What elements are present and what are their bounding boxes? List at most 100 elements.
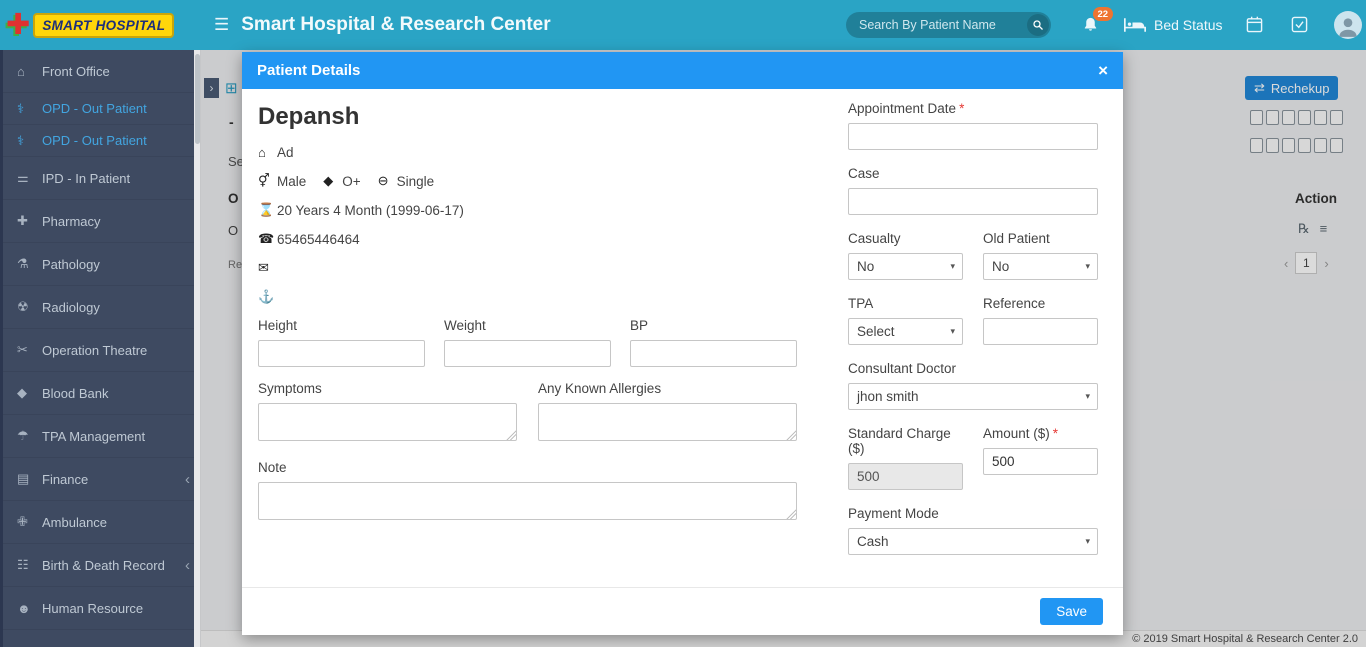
bp-input[interactable] [630, 340, 797, 367]
sidebar-item[interactable]: ✙ Ambulance [0, 501, 200, 544]
amount-group: Amount ($)* [983, 426, 1098, 475]
note-textarea[interactable] [258, 482, 797, 520]
appointment-date-input[interactable] [848, 123, 1098, 150]
height-label: Height [258, 318, 425, 333]
app-title: Smart Hospital & Research Center [241, 14, 550, 36]
consultant-doctor-select[interactable]: jhon smith ▾ [848, 383, 1098, 410]
modal-title: Patient Details [257, 62, 360, 79]
search-icon [1032, 19, 1044, 31]
notifications-button[interactable]: 22 [1082, 16, 1099, 39]
search-button[interactable] [1027, 14, 1049, 36]
sidebar-item[interactable]: ☷ Birth & Death Record ‹ [0, 544, 200, 587]
sidebar-item[interactable]: ⌂ Front Office [0, 50, 200, 93]
sidebar-item[interactable]: ☢ Radiology [0, 286, 200, 329]
bp-label: BP [630, 318, 797, 333]
tpa-reference-row: TPA Select ▾ Reference [848, 296, 1098, 345]
modal-header: Patient Details × [242, 52, 1123, 89]
ipd-icon: ⚌ [17, 170, 42, 186]
payment-mode-label: Payment Mode [848, 506, 1098, 521]
sidebar-item[interactable]: ▤ Finance ‹ [0, 458, 200, 501]
front-office-icon: ⌂ [17, 64, 42, 79]
hamburger-menu-icon[interactable]: ☰ [214, 15, 229, 35]
sidebar-item-label: Human Resource [42, 601, 143, 616]
modal-body: Depansh ⌂ Ad ⚥ Male ◆ O+ ⊖ Single [242, 89, 1123, 587]
sidebar-item-label: Front Office [42, 64, 110, 79]
sidebar-item[interactable]: ☂ TPA Management [0, 415, 200, 458]
close-icon[interactable]: × [1098, 62, 1108, 79]
reference-input[interactable] [983, 318, 1098, 345]
allergies-field-group: Any Known Allergies [538, 381, 797, 446]
case-input[interactable] [848, 188, 1098, 215]
casualty-select[interactable]: No ▾ [848, 253, 963, 280]
tasks-button[interactable] [1291, 16, 1308, 38]
notification-count-badge: 22 [1093, 7, 1113, 21]
bed-status-button[interactable]: Bed Status [1124, 0, 1223, 50]
birth-death-record-icon: ☷ [17, 557, 42, 573]
ambulance-icon: ✙ [17, 514, 42, 530]
hourglass-icon: ⌛ [258, 202, 277, 218]
caret-down-icon: ▾ [1085, 536, 1090, 547]
amount-input[interactable] [983, 448, 1098, 475]
sidebar-item[interactable]: ⚕ OPD - Out Patient [0, 125, 200, 157]
sidebar-item[interactable]: ✂ Operation Theatre [0, 329, 200, 372]
pharmacy-icon: ✚ [17, 213, 42, 229]
weight-label: Weight [444, 318, 611, 333]
sidebar-edge-strip [0, 50, 3, 647]
sidebar-item[interactable]: ⚌ IPD - In Patient [0, 157, 200, 200]
logo-text: SMART HOSPITAL [33, 13, 174, 38]
tpa-group: TPA Select ▾ [848, 296, 963, 345]
sidebar-item[interactable]: ⚕ OPD - Out Patient [0, 93, 200, 125]
search-input[interactable] [846, 18, 1027, 32]
appointment-date-label: Appointment Date* [848, 101, 1098, 116]
bp-field-group: BP [630, 318, 797, 367]
symptoms-textarea[interactable] [258, 403, 517, 441]
hospital-cross-icon: ✚ [6, 11, 30, 40]
sidebar-item-label: Finance [42, 472, 88, 487]
sidebar-item[interactable]: ☻ Human Resource [0, 587, 200, 630]
sidebar-item-label: Pathology [42, 257, 100, 272]
user-icon [1335, 13, 1361, 39]
save-button[interactable]: Save [1040, 598, 1103, 625]
chevron-left-icon: ‹ [185, 471, 190, 488]
weight-input[interactable] [444, 340, 611, 367]
opd-icon: ⚕ [17, 133, 42, 149]
calendar-button[interactable] [1246, 16, 1263, 38]
height-input[interactable] [258, 340, 425, 367]
allergies-textarea[interactable] [538, 403, 797, 441]
symptoms-field-group: Symptoms [258, 381, 517, 446]
payment-mode-select[interactable]: Cash ▾ [848, 528, 1098, 555]
tpa-label: TPA [848, 296, 963, 311]
user-avatar[interactable] [1334, 11, 1362, 39]
payment-mode-group: Payment Mode Cash ▾ [848, 506, 1098, 555]
bed-icon [1124, 17, 1146, 33]
casualty-value: No [857, 259, 874, 274]
required-asterisk: * [1053, 426, 1058, 441]
blood-bank-icon: ◆ [17, 385, 42, 401]
radiology-icon: ☢ [17, 299, 42, 315]
sidebar-item-label: TPA Management [42, 429, 145, 444]
app-logo[interactable]: ✚ SMART HOSPITAL [0, 0, 200, 50]
tpa-management-icon: ☂ [17, 428, 42, 444]
topbar: ✚ SMART HOSPITAL ☰ Smart Hospital & Rese… [0, 0, 1366, 50]
sidebar-item-label: Pharmacy [42, 214, 101, 229]
patient-guardian-line: ⚓ [258, 289, 810, 305]
sidebar-item-label: Radiology [42, 300, 100, 315]
old-patient-group: Old Patient No ▾ [983, 231, 1098, 280]
patient-details-modal: Patient Details × Depansh ⌂ Ad ⚥ Male ◆ … [242, 52, 1123, 635]
sidebar-item-label: Ambulance [42, 515, 107, 530]
symptoms-allergies-row: Symptoms Any Known Allergies [258, 381, 810, 446]
tpa-select[interactable]: Select ▾ [848, 318, 963, 345]
sidebar-item[interactable]: ⚗ Pathology [0, 243, 200, 286]
consultant-doctor-value: jhon smith [857, 389, 919, 404]
anchor-icon: ⚓ [258, 289, 277, 305]
sidebar-item[interactable]: ◆ Blood Bank [0, 372, 200, 415]
marital-status-value: Single [397, 174, 435, 189]
gender-icon: ⚥ [258, 173, 277, 189]
weight-field-group: Weight [444, 318, 611, 367]
sidebar-item[interactable]: ✚ Pharmacy [0, 200, 200, 243]
human-resource-icon: ☻ [17, 601, 42, 616]
reference-group: Reference [983, 296, 1098, 345]
old-patient-select[interactable]: No ▾ [983, 253, 1098, 280]
caret-down-icon: ▾ [950, 261, 955, 272]
standard-charge-group: Standard Charge ($) [848, 426, 963, 490]
